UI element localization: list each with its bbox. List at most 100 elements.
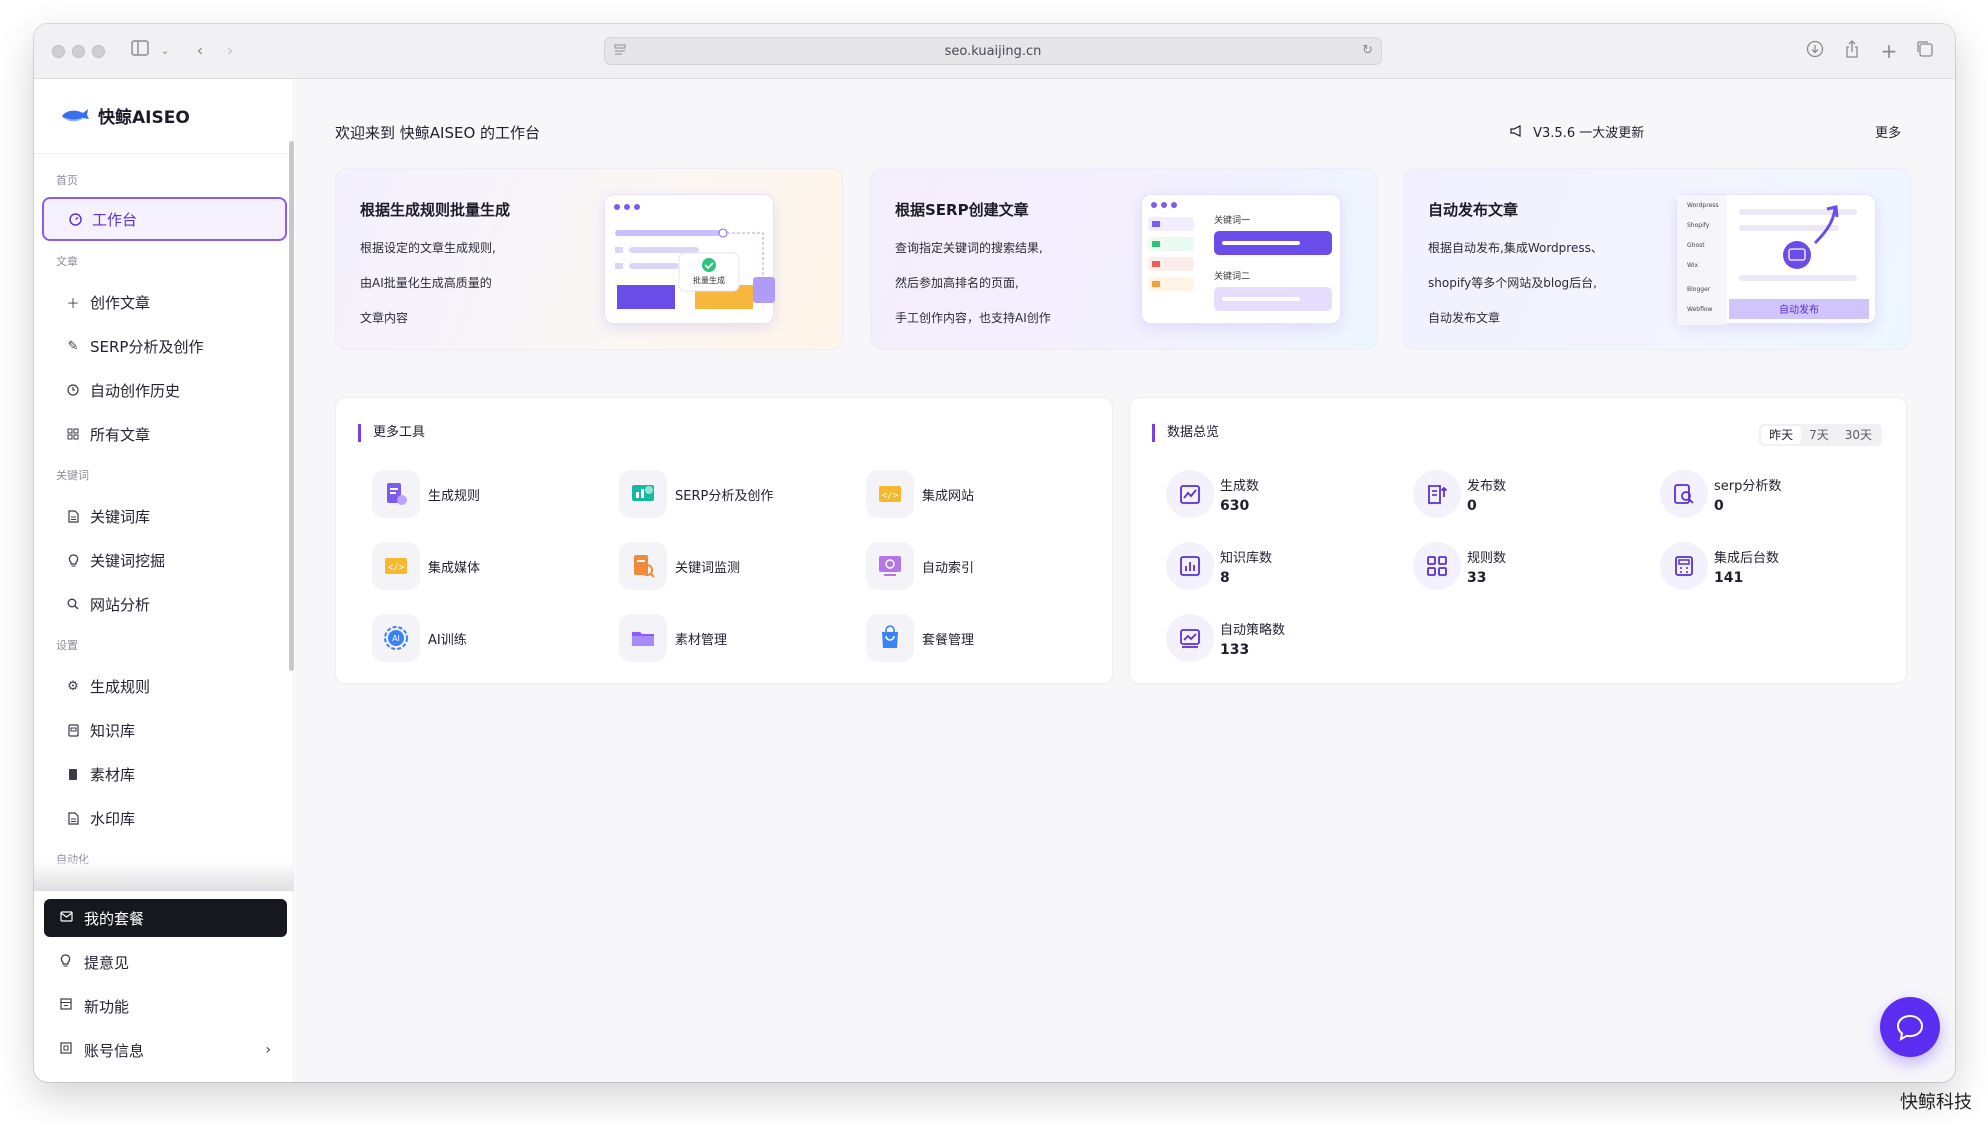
account-icon xyxy=(60,1042,74,1058)
sidebar-item-label: 知识库 xyxy=(90,721,136,740)
platform-label: Wix xyxy=(1687,262,1698,269)
chevron-down-icon[interactable]: ⌄ xyxy=(154,40,176,62)
stat-rules: 规则数 33 xyxy=(1413,542,1506,590)
panel-title: 数据总览 xyxy=(1152,424,1219,442)
sidebar-item-site-analysis[interactable]: 网站分析 xyxy=(42,584,287,624)
stat-value: 0 xyxy=(1467,497,1477,514)
tool-item[interactable]: 生成规则 xyxy=(372,470,480,518)
zoom-window-button[interactable] xyxy=(92,45,105,58)
main-content: 欢迎来到 快鲸AISEO 的工作台 V3.5.6 一大波更新 更多 根据生成规则… xyxy=(295,79,1955,1082)
brand-logo[interactable]: 快鲸AISEO xyxy=(60,97,190,133)
stats-panel: 数据总览 昨天 7天 30天 生成数 630 发布数 0 serp分析数 0 知识库数… xyxy=(1129,397,1907,684)
sidebar-scrollbar[interactable] xyxy=(289,141,294,671)
section-label-settings: 设置 xyxy=(56,639,78,652)
chevron-right-icon: › xyxy=(265,1042,271,1058)
version-announcement[interactable]: V3.5.6 一大波更新 xyxy=(1510,122,1644,141)
gear-icon: ⚙ xyxy=(67,678,79,694)
bulb-icon xyxy=(66,553,80,567)
sidebar-item-watermark[interactable]: 水印库 xyxy=(42,798,287,838)
sidebar-item-feedback[interactable]: 提意见 xyxy=(44,943,287,981)
sidebar-item-all-articles[interactable]: 所有文章 xyxy=(42,414,287,454)
forward-icon[interactable]: › xyxy=(219,40,241,62)
sidebar-item-label: 工作台 xyxy=(92,210,138,229)
card-desc-line: 查询指定关键词的搜索结果, xyxy=(895,241,1043,255)
dashboard-icon xyxy=(68,212,82,226)
brand-name: 快鲸AISEO xyxy=(98,107,190,128)
chat-support-button[interactable] xyxy=(1880,997,1940,1057)
card-desc-line: 文章内容 xyxy=(360,311,409,325)
sidebar-item-account[interactable]: 账号信息 › xyxy=(44,1031,287,1069)
date-range-tabs: 昨天 7天 30天 xyxy=(1759,424,1882,446)
share-icon[interactable] xyxy=(1841,40,1863,62)
sidebar-item-serp[interactable]: ✎ SERP分析及创作 xyxy=(42,326,287,366)
sidebar-item-knowledge[interactable]: 知识库 xyxy=(42,710,287,750)
stat-value: 141 xyxy=(1714,569,1744,586)
card-desc-line: shopify等多个网站及blog后台, xyxy=(1428,276,1597,290)
sidebar-item-history[interactable]: 自动创作历史 xyxy=(42,370,287,410)
sidebar-item-keyword-mining[interactable]: 关键词挖掘 xyxy=(42,540,287,580)
sidebar-toggle-icon[interactable] xyxy=(129,40,151,62)
monitor-icon xyxy=(619,542,667,590)
stat-value: 33 xyxy=(1467,569,1487,586)
feature-card-batch-generate[interactable]: 根据生成规则批量生成 根据设定的文章生成规则, 由AI批量化生成高质量的 文章内… xyxy=(335,168,843,350)
tab-7-days[interactable]: 7天 xyxy=(1801,426,1837,444)
stat-serp: serp分析数 0 xyxy=(1660,470,1781,518)
chart-icon xyxy=(1166,470,1214,518)
sidebar-item-materials[interactable]: 素材库 xyxy=(42,754,287,794)
stat-label: 生成数 xyxy=(1220,478,1260,494)
doc-icon xyxy=(66,509,80,523)
feature-card-auto-publish[interactable]: 自动发布文章 根据自动发布,集成Wordpress、 shopify等多个网站及… xyxy=(1403,168,1911,350)
stat-label: 发布数 xyxy=(1467,478,1507,494)
back-icon[interactable]: ‹ xyxy=(189,40,211,62)
media-icon: </> xyxy=(372,542,420,590)
sidebar-item-label: 我的套餐 xyxy=(84,909,145,928)
reload-icon[interactable]: ↻ xyxy=(1362,43,1373,58)
tool-label: SERP分析及创作 xyxy=(675,488,774,504)
tool-item[interactable]: AI AI训练 xyxy=(372,614,467,662)
stat-value: 8 xyxy=(1220,569,1230,586)
new-tab-icon[interactable]: + xyxy=(1878,40,1900,62)
sidebar-item-my-plan[interactable]: 我的套餐 xyxy=(44,899,287,937)
tool-label: 素材管理 xyxy=(675,632,728,648)
browser-window: ⌄ ‹ › seo.kuaijing.cn ↻ + 快鲸AISEO 首页 工作台… xyxy=(34,24,1955,1082)
pen-icon: ✎ xyxy=(67,338,79,354)
tool-item[interactable]: 素材管理 xyxy=(619,614,727,662)
tabs-overview-icon[interactable] xyxy=(1914,40,1936,62)
tool-item[interactable]: </> 集成网站 xyxy=(866,470,974,518)
tool-item[interactable]: SERP分析及创作 xyxy=(619,470,773,518)
grid-icon xyxy=(1413,542,1461,590)
stat-integrations: 集成后台数 141 xyxy=(1660,542,1779,590)
minimize-window-button[interactable] xyxy=(72,45,85,58)
tool-item[interactable]: 关键词监测 xyxy=(619,542,740,590)
sidebar-item-keyword-library[interactable]: 关键词库 xyxy=(42,496,287,536)
keyword-two-label: 关键词二 xyxy=(1214,270,1250,282)
serp-illustration: 关键词一 关键词二 xyxy=(1141,194,1341,324)
stat-label: serp分析数 xyxy=(1714,478,1782,494)
platform-label: Blogger xyxy=(1687,286,1711,293)
svg-text:AI: AI xyxy=(392,634,400,643)
sidebar-item-create-article[interactable]: ＋ 创作文章 xyxy=(42,282,287,322)
download-icon[interactable] xyxy=(1804,40,1826,62)
sidebar-item-label: 创作文章 xyxy=(90,293,151,312)
stat-label: 规则数 xyxy=(1467,550,1507,566)
tab-30-days[interactable]: 30天 xyxy=(1837,426,1880,444)
tool-item[interactable]: 套餐管理 xyxy=(866,614,974,662)
section-label-article: 文章 xyxy=(56,255,78,268)
tab-yesterday[interactable]: 昨天 xyxy=(1761,426,1802,444)
address-bar[interactable]: seo.kuaijing.cn ↻ xyxy=(604,37,1382,65)
page-title: 欢迎来到 快鲸AISEO 的工作台 xyxy=(335,124,541,142)
sidebar-divider xyxy=(34,153,294,154)
tool-item[interactable]: 自动索引 xyxy=(866,542,974,590)
sidebar-item-new-features[interactable]: 新功能 xyxy=(44,987,287,1025)
whale-logo-icon xyxy=(62,109,89,122)
sidebar-item-label: 关键词挖掘 xyxy=(90,551,166,570)
more-link[interactable]: 更多 xyxy=(1875,122,1901,141)
close-window-button[interactable] xyxy=(52,45,65,58)
search-icon xyxy=(66,597,80,611)
tool-item[interactable]: </> 集成媒体 xyxy=(372,542,480,590)
feature-card-serp[interactable]: 根据SERP创建文章 查询指定关键词的搜索结果, 然后参加高排名的页面, 手工创… xyxy=(870,168,1378,350)
batch-illustration: 批量生成 xyxy=(604,194,775,324)
sidebar-item-rules[interactable]: ⚙ 生成规则 xyxy=(42,666,287,706)
card-desc-line: 自动发布文章 xyxy=(1428,311,1501,325)
sidebar-item-workbench[interactable]: 工作台 xyxy=(42,197,287,241)
